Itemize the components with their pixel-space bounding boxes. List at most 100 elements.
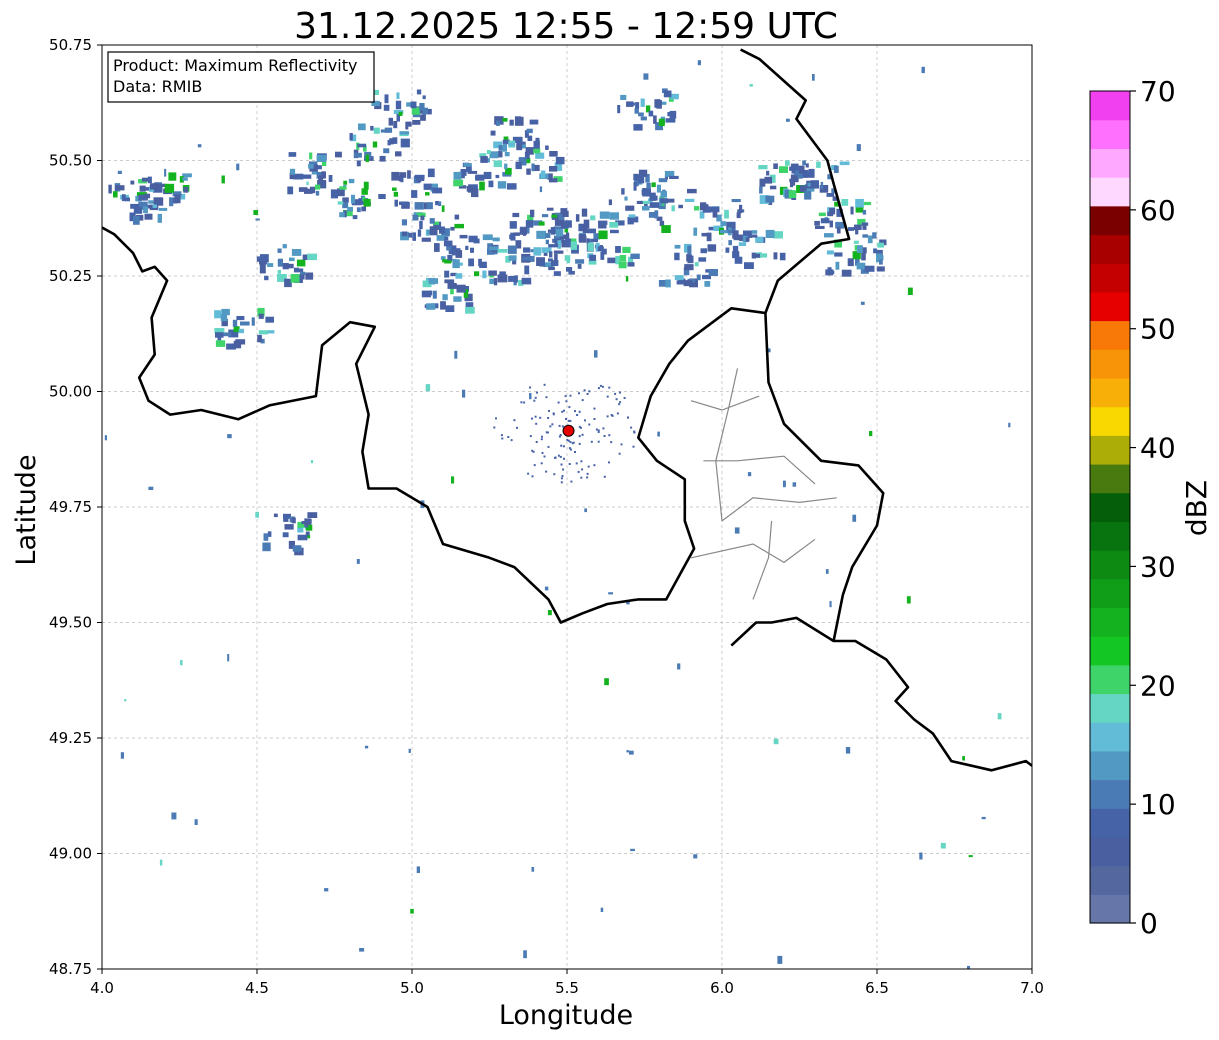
echo-cell xyxy=(456,284,466,293)
echo-cell xyxy=(765,195,775,203)
clutter-cell xyxy=(611,414,614,417)
isolated-echo xyxy=(462,389,466,398)
echo-cell xyxy=(351,194,355,204)
y-tick-label: 49.75 xyxy=(49,498,92,516)
clutter-cell xyxy=(560,477,563,480)
echo-cell xyxy=(550,227,556,235)
echo-cell xyxy=(627,217,634,225)
clutter-cell xyxy=(533,399,536,402)
echo-cell xyxy=(303,174,312,179)
echo-cell xyxy=(394,199,398,207)
echo-cell xyxy=(728,240,732,246)
y-tick-label: 50.25 xyxy=(49,267,92,285)
echo-cell xyxy=(591,238,598,243)
echo-cell xyxy=(590,215,596,221)
colorbar-swatch xyxy=(1090,865,1130,895)
echo-cell xyxy=(258,330,269,335)
echo-cell xyxy=(479,261,487,268)
isolated-echo xyxy=(906,596,911,604)
echo-cell xyxy=(466,186,472,192)
clutter-cell xyxy=(606,395,609,398)
echo-cell xyxy=(479,181,485,191)
isolated-echo xyxy=(747,472,752,477)
echo-cell xyxy=(399,172,407,178)
isolated-echo xyxy=(626,750,629,753)
isolated-echo xyxy=(734,527,740,534)
clutter-cell xyxy=(577,470,580,473)
echo-cell xyxy=(238,328,244,334)
echo-cell xyxy=(773,231,783,239)
isolated-echo xyxy=(777,955,783,964)
clutter-cell xyxy=(500,434,503,437)
echo-cell xyxy=(516,144,523,151)
echo-cell xyxy=(508,142,515,147)
echo-cell xyxy=(417,229,422,237)
y-tick-label: 50.50 xyxy=(49,152,92,170)
echo-cell xyxy=(400,138,410,148)
echo-cell xyxy=(582,224,588,234)
y-axis-label: Latitude xyxy=(11,454,42,565)
colorbar-swatch xyxy=(1090,435,1130,465)
echo-cell xyxy=(291,249,302,256)
echo-cell xyxy=(661,225,671,233)
isolated-echo xyxy=(454,350,458,359)
clutter-cell xyxy=(593,464,596,467)
isolated-echo xyxy=(630,848,635,852)
echo-cell xyxy=(363,198,371,207)
echo-cell xyxy=(308,164,314,169)
echo-cell xyxy=(598,230,608,240)
echo-cell xyxy=(799,185,807,192)
colorbar-tick-label: 70 xyxy=(1140,75,1176,108)
echo-cell xyxy=(447,283,457,289)
clutter-cell xyxy=(595,428,598,431)
echo-cell xyxy=(395,151,402,157)
echo-cell xyxy=(307,512,318,518)
clutter-cell xyxy=(614,392,617,395)
colorbar-tick-label: 40 xyxy=(1140,432,1176,465)
echo-cell xyxy=(490,130,496,136)
clutter-cell xyxy=(549,425,552,428)
clutter-cell xyxy=(558,424,561,427)
echo-cell xyxy=(405,121,409,130)
clutter-cell xyxy=(535,422,538,425)
echo-cell xyxy=(509,221,517,229)
clutter-cell xyxy=(545,396,548,399)
isolated-echo xyxy=(1008,422,1011,428)
echo-cell xyxy=(267,531,272,537)
clutter-cell xyxy=(551,423,554,426)
echo-cell xyxy=(512,212,520,218)
isolated-echo xyxy=(856,144,861,151)
echo-cell xyxy=(761,253,768,258)
echo-cell xyxy=(450,288,454,295)
echo-cell xyxy=(316,154,327,162)
echo-cell xyxy=(779,252,786,261)
clutter-cell xyxy=(552,413,555,416)
x-tick-label: 5.5 xyxy=(555,979,579,997)
colorbar-swatch xyxy=(1090,607,1130,637)
colorbar-swatch xyxy=(1090,578,1130,609)
echo-cell xyxy=(257,334,262,343)
isolated-echo xyxy=(940,842,946,849)
clutter-cell xyxy=(593,418,596,420)
echo-cell xyxy=(687,245,692,255)
echo-cell xyxy=(497,181,507,189)
echo-cell xyxy=(358,123,366,131)
colorbar-swatch xyxy=(1090,693,1130,723)
echo-cell xyxy=(598,220,608,225)
clutter-cell xyxy=(562,445,565,448)
echo-cell xyxy=(411,190,418,198)
clutter-cell xyxy=(540,438,543,441)
echo-cell xyxy=(732,230,739,239)
echo-cell xyxy=(833,165,839,173)
clutter-cell xyxy=(619,401,622,404)
echo-cell xyxy=(378,194,386,199)
echo-cell xyxy=(267,330,275,334)
echo-cell xyxy=(328,175,333,182)
echo-cell xyxy=(827,211,834,217)
clutter-cell xyxy=(516,426,518,429)
y-tick-label: 48.75 xyxy=(49,960,92,978)
colorbar-tick-label: 10 xyxy=(1140,788,1176,821)
echo-cell xyxy=(493,160,502,168)
echo-cell xyxy=(255,511,259,518)
echo-cell xyxy=(330,189,338,199)
